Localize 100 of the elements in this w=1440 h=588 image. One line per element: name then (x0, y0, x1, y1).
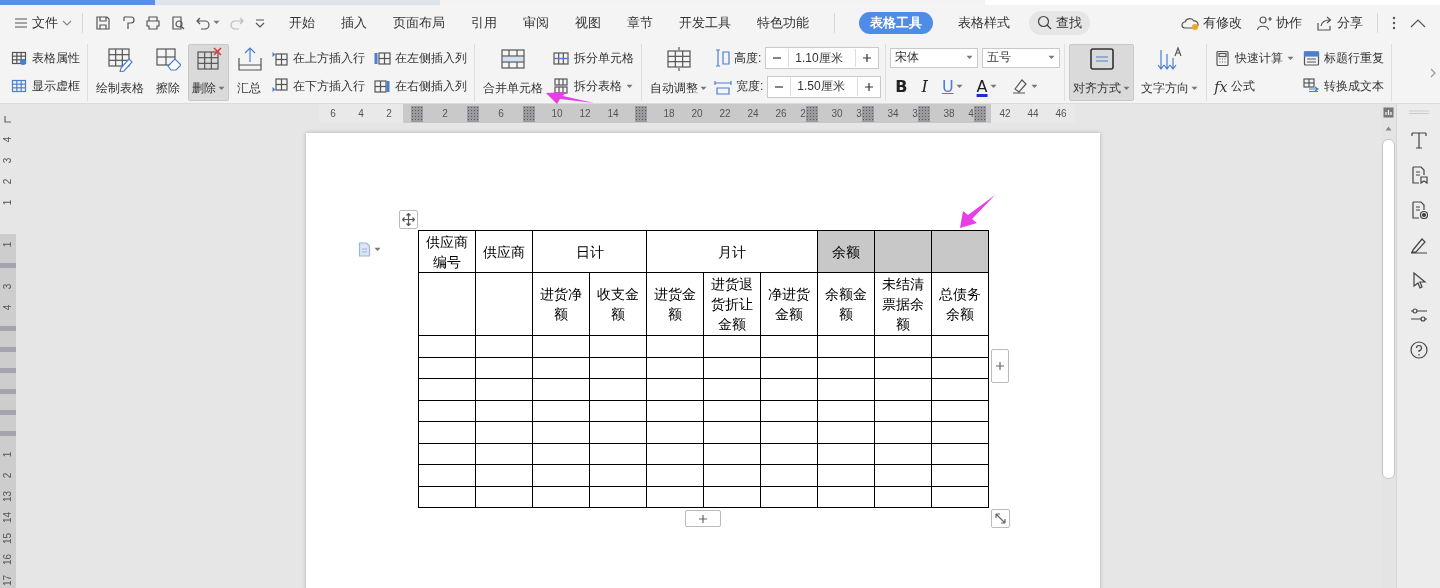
ribbon-button[interactable]: 拆分表格 (550, 74, 637, 99)
toolbar-action[interactable]: 有修改 (1181, 13, 1242, 32)
menu-tab[interactable]: 引用 (470, 11, 498, 34)
share-icon (1316, 14, 1333, 31)
size-field[interactable]: 1.10厘米 (765, 47, 880, 70)
highlighter-icon (1010, 77, 1029, 96)
ribbon-button[interactable]: 对齐方式 (1069, 44, 1135, 101)
ribbon-button[interactable]: 标题行重复 (1300, 46, 1388, 71)
ribbon-button[interactable]: 擦除 (151, 44, 185, 101)
table-cell: 供应商编号 (418, 230, 476, 273)
ruler-number: 2 (800, 108, 806, 119)
ribbon-button[interactable]: 文字方向 (1137, 44, 1203, 101)
field-label: 宽度: (736, 78, 764, 96)
ribbon-button[interactable]: 在上方插入行 (269, 46, 368, 71)
table-cell: 余额金额 (817, 272, 875, 336)
format-button[interactable]: I (916, 75, 933, 98)
table-cell: 收支金额 (589, 272, 647, 336)
search-button[interactable]: 查找 (1029, 10, 1090, 35)
ruler-number: 2 (386, 108, 392, 119)
ribbon-button[interactable]: 绘制表格 (92, 44, 148, 101)
ruler-number: 6 (498, 108, 504, 119)
ribbon-button[interactable]: 合并单元格 (479, 44, 547, 101)
table-cell: 总债务余额 (931, 272, 989, 336)
format-button[interactable]: A (971, 75, 1002, 98)
table-cell: 供应商 (475, 230, 533, 273)
ribbon-button[interactable]: 在下方插入行 (269, 74, 368, 99)
ruler-number: 1 (2, 199, 14, 206)
plus-icon (862, 53, 873, 64)
menu-tab[interactable]: 插入 (340, 11, 368, 34)
ruler-marker (523, 105, 535, 122)
text-direction-icon (1156, 46, 1183, 72)
menu-tab[interactable]: 页面布局 (392, 11, 446, 34)
ribbon-button[interactable]: 删除 (188, 44, 229, 101)
move-icon (402, 213, 415, 226)
search-icon (1037, 15, 1052, 30)
ruler-number: 12 (579, 108, 591, 119)
ruler-marker (411, 105, 423, 122)
ruler-number: 3 (2, 157, 14, 164)
caret-icon (626, 84, 633, 90)
menu-tab[interactable]: 开发工具 (678, 11, 732, 34)
menu-icon (14, 16, 28, 29)
ruler-marker (0, 368, 16, 373)
ribbon-button[interactable]: 汇总 (232, 44, 266, 101)
plus-icon (698, 513, 708, 524)
menu-tab[interactable]: 开始 (288, 11, 316, 34)
scrollbar-thumb[interactable] (1382, 139, 1395, 479)
ruler-number: 3 (856, 108, 862, 119)
ribbon-button[interactable]: 显示虚框 (8, 74, 83, 99)
ruler-number: 10 (551, 108, 563, 119)
ribbon-button[interactable]: fx 公式 (1211, 74, 1298, 99)
resize-table-handle[interactable] (991, 509, 1010, 528)
file-menu[interactable]: 文件 (14, 13, 72, 32)
insert-column-icon (374, 49, 391, 67)
caret-icon (1048, 55, 1056, 61)
ruler-marker (0, 263, 16, 268)
more-icon (1392, 14, 1396, 31)
toolbar-action[interactable]: 分享 (1316, 13, 1363, 32)
add-column-button[interactable] (991, 349, 1009, 383)
caret-icon (700, 86, 707, 91)
format-button[interactable]: B (890, 75, 913, 98)
table-cell: 进货金额 (646, 272, 704, 336)
table-cell: 余额 (817, 230, 875, 273)
size-field[interactable]: 1.50厘米 (767, 75, 882, 98)
format-button[interactable]: U (936, 75, 968, 98)
ribbon-button[interactable]: 在右侧插入列 (371, 74, 470, 99)
menu-tab[interactable]: 章节 (626, 11, 654, 34)
menu-tab[interactable]: 视图 (574, 11, 602, 34)
toolbar-action[interactable]: 协作 (1256, 13, 1302, 32)
ribbon-button[interactable]: 在左侧插入列 (371, 46, 470, 71)
resize-icon (995, 513, 1006, 524)
move-table-handle[interactable] (399, 210, 418, 229)
caret-icon (989, 83, 997, 89)
height-icon (714, 49, 730, 68)
ruler-number: 24 (747, 108, 759, 119)
menu-tab[interactable]: 表格样式 (957, 11, 1011, 34)
ruler-number: 46 (1055, 108, 1067, 119)
ribbon-button[interactable]: 拆分单元格 (550, 46, 637, 71)
menu-tab[interactable]: 审阅 (522, 11, 550, 34)
menu-tab[interactable]: 特色功能 (756, 11, 810, 34)
font-size-dropdown[interactable]: 五号 (982, 47, 1061, 68)
ribbon-button[interactable]: 自动调整 (646, 44, 711, 101)
ruler-number: 13 (2, 490, 14, 503)
ruler-number: 4 (358, 108, 364, 119)
ruler-number: 17 (2, 574, 14, 587)
ruler-number: 4 (968, 108, 974, 119)
ruler-marker (805, 105, 818, 122)
ribbon-button[interactable]: 快速计算 (1211, 46, 1298, 71)
print-preview-icon (170, 14, 186, 31)
chevron-down-icon (62, 19, 72, 26)
ruler-number: 14 (2, 511, 14, 524)
split-table-icon (553, 78, 570, 96)
help-icon (1409, 341, 1428, 359)
ruler-number: 3 (912, 108, 918, 119)
font-dropdown[interactable]: 宋体 (890, 47, 979, 68)
drag-handle-icon (1408, 110, 1429, 114)
add-row-button[interactable] (685, 510, 721, 527)
ribbon-button[interactable]: 转换成文本 (1300, 74, 1388, 99)
table-delete-icon (195, 46, 222, 72)
scroll-up-icon (1385, 126, 1392, 131)
ribbon-button[interactable]: 表格属性 (8, 46, 83, 71)
